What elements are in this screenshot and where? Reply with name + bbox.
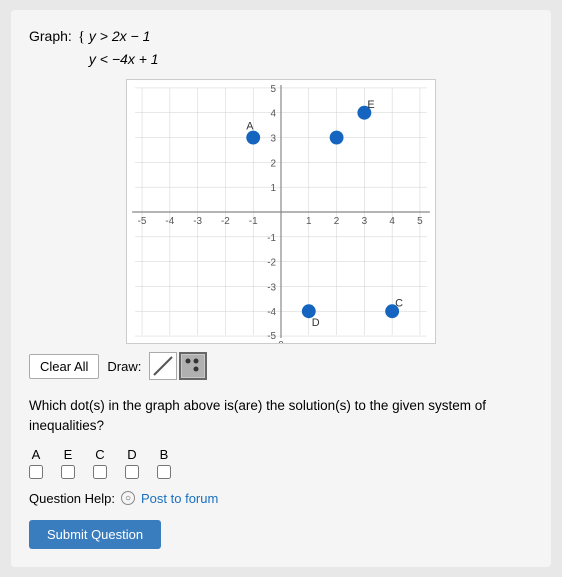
eq1-text: y > 2x − 1 [89, 28, 150, 44]
submit-button[interactable]: Submit Question [29, 520, 161, 549]
x-axis-label: 0 [278, 340, 284, 343]
question-help: Question Help: ○ Post to forum [29, 491, 533, 506]
x-3-label: 3 [362, 216, 368, 227]
choice-C-checkbox[interactable] [93, 465, 107, 479]
y-1-label: 1 [271, 183, 277, 194]
y-neg5-label: -5 [267, 331, 276, 342]
x-neg5-label: -5 [138, 216, 147, 227]
x-5-label: 5 [417, 216, 423, 227]
choice-B-label: B [160, 447, 169, 462]
graph-word: Graph: [29, 26, 72, 44]
equation-2: { y < −4x + 1 [78, 49, 159, 72]
graph-svg: 0 -1 -2 -3 -4 -5 1 2 3 4 5 5 4 3 2 1 -1 [127, 80, 435, 343]
choice-E-checkbox[interactable] [61, 465, 75, 479]
help-circle-icon: ○ [121, 491, 135, 505]
y-neg3-label: -3 [267, 282, 276, 293]
choice-B: B [157, 447, 171, 479]
x-4-label: 4 [389, 216, 395, 227]
choice-E-label: E [64, 447, 73, 462]
choice-D-label: D [127, 447, 136, 462]
dot-C-label: C [395, 297, 403, 309]
eq2-text: y < −4x + 1 [89, 51, 159, 67]
y-5-label: 5 [271, 84, 277, 95]
dot-D[interactable] [302, 304, 316, 318]
choice-A-checkbox[interactable] [29, 465, 43, 479]
y-3-label: 3 [271, 134, 277, 145]
y-neg1-label: -1 [267, 233, 276, 244]
choice-A: A [29, 447, 43, 479]
x-neg2-label: -2 [221, 216, 230, 227]
draw-icon-diagonal[interactable] [149, 352, 177, 380]
dot-A[interactable] [246, 131, 260, 145]
help-label: Question Help: [29, 491, 115, 506]
dot-D-label: D [312, 317, 320, 329]
choice-C: C [93, 447, 107, 479]
choice-B-checkbox[interactable] [157, 465, 171, 479]
y-2-label: 2 [271, 158, 277, 169]
main-card: Graph: { y > 2x − 1 { y < −4x + 1 [11, 10, 551, 567]
x-neg4-label: -4 [165, 216, 174, 227]
dot-A-label: A [246, 121, 254, 133]
problem-label: Graph: { y > 2x − 1 { y < −4x + 1 [29, 26, 533, 71]
dot-E-label: E [367, 99, 374, 111]
choice-C-label: C [95, 447, 104, 462]
system-equations: { y > 2x − 1 { y < −4x + 1 [78, 26, 159, 71]
choice-D: D [125, 447, 139, 479]
choice-A-label: A [32, 447, 41, 462]
x-2-label: 2 [334, 216, 340, 227]
toolbar: Clear All Draw: [29, 352, 533, 380]
y-4-label: 4 [271, 109, 277, 120]
x-neg3-label: -3 [193, 216, 202, 227]
draw-icons [149, 352, 207, 380]
answer-choices: A E C D B [29, 447, 533, 479]
graph-container: 0 -1 -2 -3 -4 -5 1 2 3 4 5 5 4 3 2 1 -1 [126, 79, 436, 344]
draw-icon-dots[interactable] [179, 352, 207, 380]
x-1-label: 1 [306, 216, 312, 227]
dot-B[interactable] [330, 131, 344, 145]
clear-all-button[interactable]: Clear All [29, 354, 99, 379]
y-neg4-label: -4 [267, 307, 276, 318]
question-text: Which dot(s) in the graph above is(are) … [29, 396, 533, 437]
choice-D-checkbox[interactable] [125, 465, 139, 479]
equation-1: { y > 2x − 1 [78, 26, 159, 49]
x-neg1-label: -1 [249, 216, 258, 227]
draw-label: Draw: [107, 359, 141, 374]
choice-E: E [61, 447, 75, 479]
y-neg2-label: -2 [267, 258, 276, 269]
post-to-forum-link[interactable]: Post to forum [141, 491, 218, 506]
